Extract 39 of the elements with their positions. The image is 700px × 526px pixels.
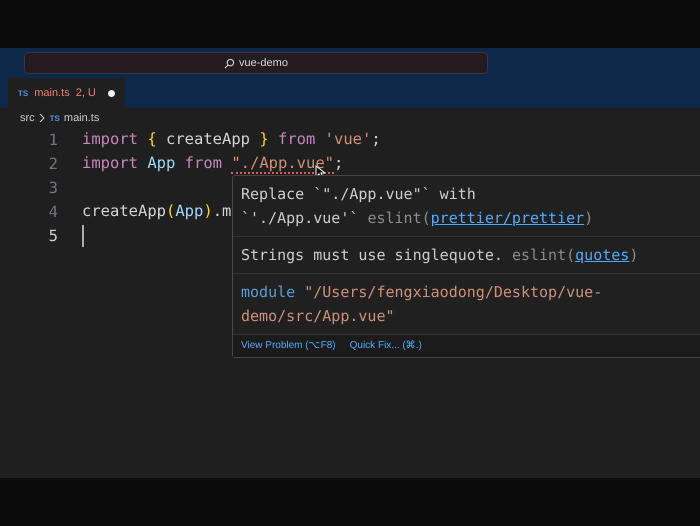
code-token: ; <box>371 130 381 150</box>
rule-link[interactable]: quotes <box>575 246 630 264</box>
rule-link[interactable]: prettier/prettier <box>430 209 584 227</box>
breadcrumb-item[interactable]: main.ts <box>64 112 100 124</box>
code-token: { <box>147 130 157 150</box>
text-cursor <box>82 225 84 247</box>
line-number: 5 <box>48 227 59 245</box>
typescript-file-icon: TS <box>18 88 28 98</box>
line-number: 1 <box>48 131 59 149</box>
code-token: ( <box>166 202 176 222</box>
code-token: } <box>259 130 269 150</box>
code-token: from <box>184 154 223 174</box>
code-token: .m <box>212 202 232 222</box>
search-icon <box>224 58 236 68</box>
diagnostic-message: Strings must use singlequote. eslint(quotes) <box>241 245 640 266</box>
typescript-file-icon: TS <box>50 114 60 122</box>
line-number: 3 <box>48 179 59 197</box>
code-token: ) <box>203 202 213 222</box>
diagnostic-message: Replace `"./App.vue"` with `'./App.vue'` eslint(prettier/prettier) <box>241 184 594 229</box>
code-token: 'vue' <box>324 130 372 150</box>
line-number: 2 <box>48 155 59 173</box>
code-token: App <box>175 202 204 222</box>
chevron-icon <box>38 113 46 123</box>
tab-label: main.ts <box>34 87 70 99</box>
search-field[interactable]: vue-demo <box>24 52 488 74</box>
breadcrumb-item[interactable]: src <box>20 112 35 124</box>
tab-status-label: 2, U <box>76 87 96 99</box>
hover-action-link[interactable]: View Problem (⌥F8) <box>241 339 336 351</box>
module-path: module "/Users/fengxiaodong/Desktop/vue-demo/src/App.vue" <box>241 282 604 327</box>
code-token: ; <box>334 154 344 174</box>
code-token: createApp <box>82 202 166 222</box>
editor-tab[interactable]: TS main.ts 2, U <box>8 78 125 108</box>
code-token: from <box>277 130 316 150</box>
code-token: import <box>82 154 139 174</box>
line-number: 4 <box>48 203 59 221</box>
code-token: createApp <box>165 130 251 150</box>
code-token: import <box>82 130 139 150</box>
hover-action-link[interactable]: Quick Fix... (⌘.) <box>350 339 422 351</box>
code-token: App <box>147 154 176 174</box>
